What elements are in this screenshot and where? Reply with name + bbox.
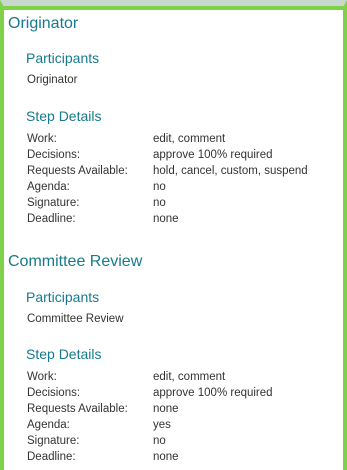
detail-value: none xyxy=(153,213,179,225)
step-details-heading: Step Details xyxy=(26,108,102,124)
detail-label: Signature: xyxy=(27,197,80,209)
detail-value: none xyxy=(153,403,179,415)
detail-label: Deadline: xyxy=(27,213,76,225)
detail-label: Decisions: xyxy=(27,149,81,161)
detail-label: Requests Available: xyxy=(27,165,128,177)
detail-label: Requests Available: xyxy=(27,403,128,415)
participants-heading: Participants xyxy=(26,50,100,66)
detail-value: no xyxy=(153,181,166,193)
detail-value: none xyxy=(153,451,179,463)
detail-value: approve 100% required xyxy=(153,149,273,161)
detail-value: no xyxy=(153,197,166,209)
detail-value: edit, comment xyxy=(153,133,226,145)
detail-label: Agenda: xyxy=(27,181,70,193)
participant-name: Committee Review xyxy=(27,313,124,325)
detail-value: edit, comment xyxy=(153,371,226,383)
detail-label: Signature: xyxy=(27,435,80,447)
detail-label: Work: xyxy=(27,133,57,145)
participants-heading: Participants xyxy=(26,289,100,305)
detail-label: Deadline: xyxy=(27,451,76,463)
workflow-steps-panel: Originator Participants Originator Step … xyxy=(0,0,347,470)
detail-value: hold, cancel, custom, suspend xyxy=(153,165,308,177)
detail-label: Agenda: xyxy=(27,419,70,431)
detail-value: no xyxy=(153,435,166,447)
step-committee-review: Committee Review xyxy=(8,252,142,272)
step-originator: Originator xyxy=(8,14,78,34)
detail-label: Decisions: xyxy=(27,387,81,399)
detail-label: Work: xyxy=(27,371,57,383)
participant-name: Originator xyxy=(27,74,78,86)
step-title: Originator xyxy=(8,15,79,32)
step-details-heading: Step Details xyxy=(26,346,102,362)
step-title: Committee Review xyxy=(8,253,143,270)
detail-value: yes xyxy=(153,419,171,431)
detail-value: approve 100% required xyxy=(153,387,273,399)
